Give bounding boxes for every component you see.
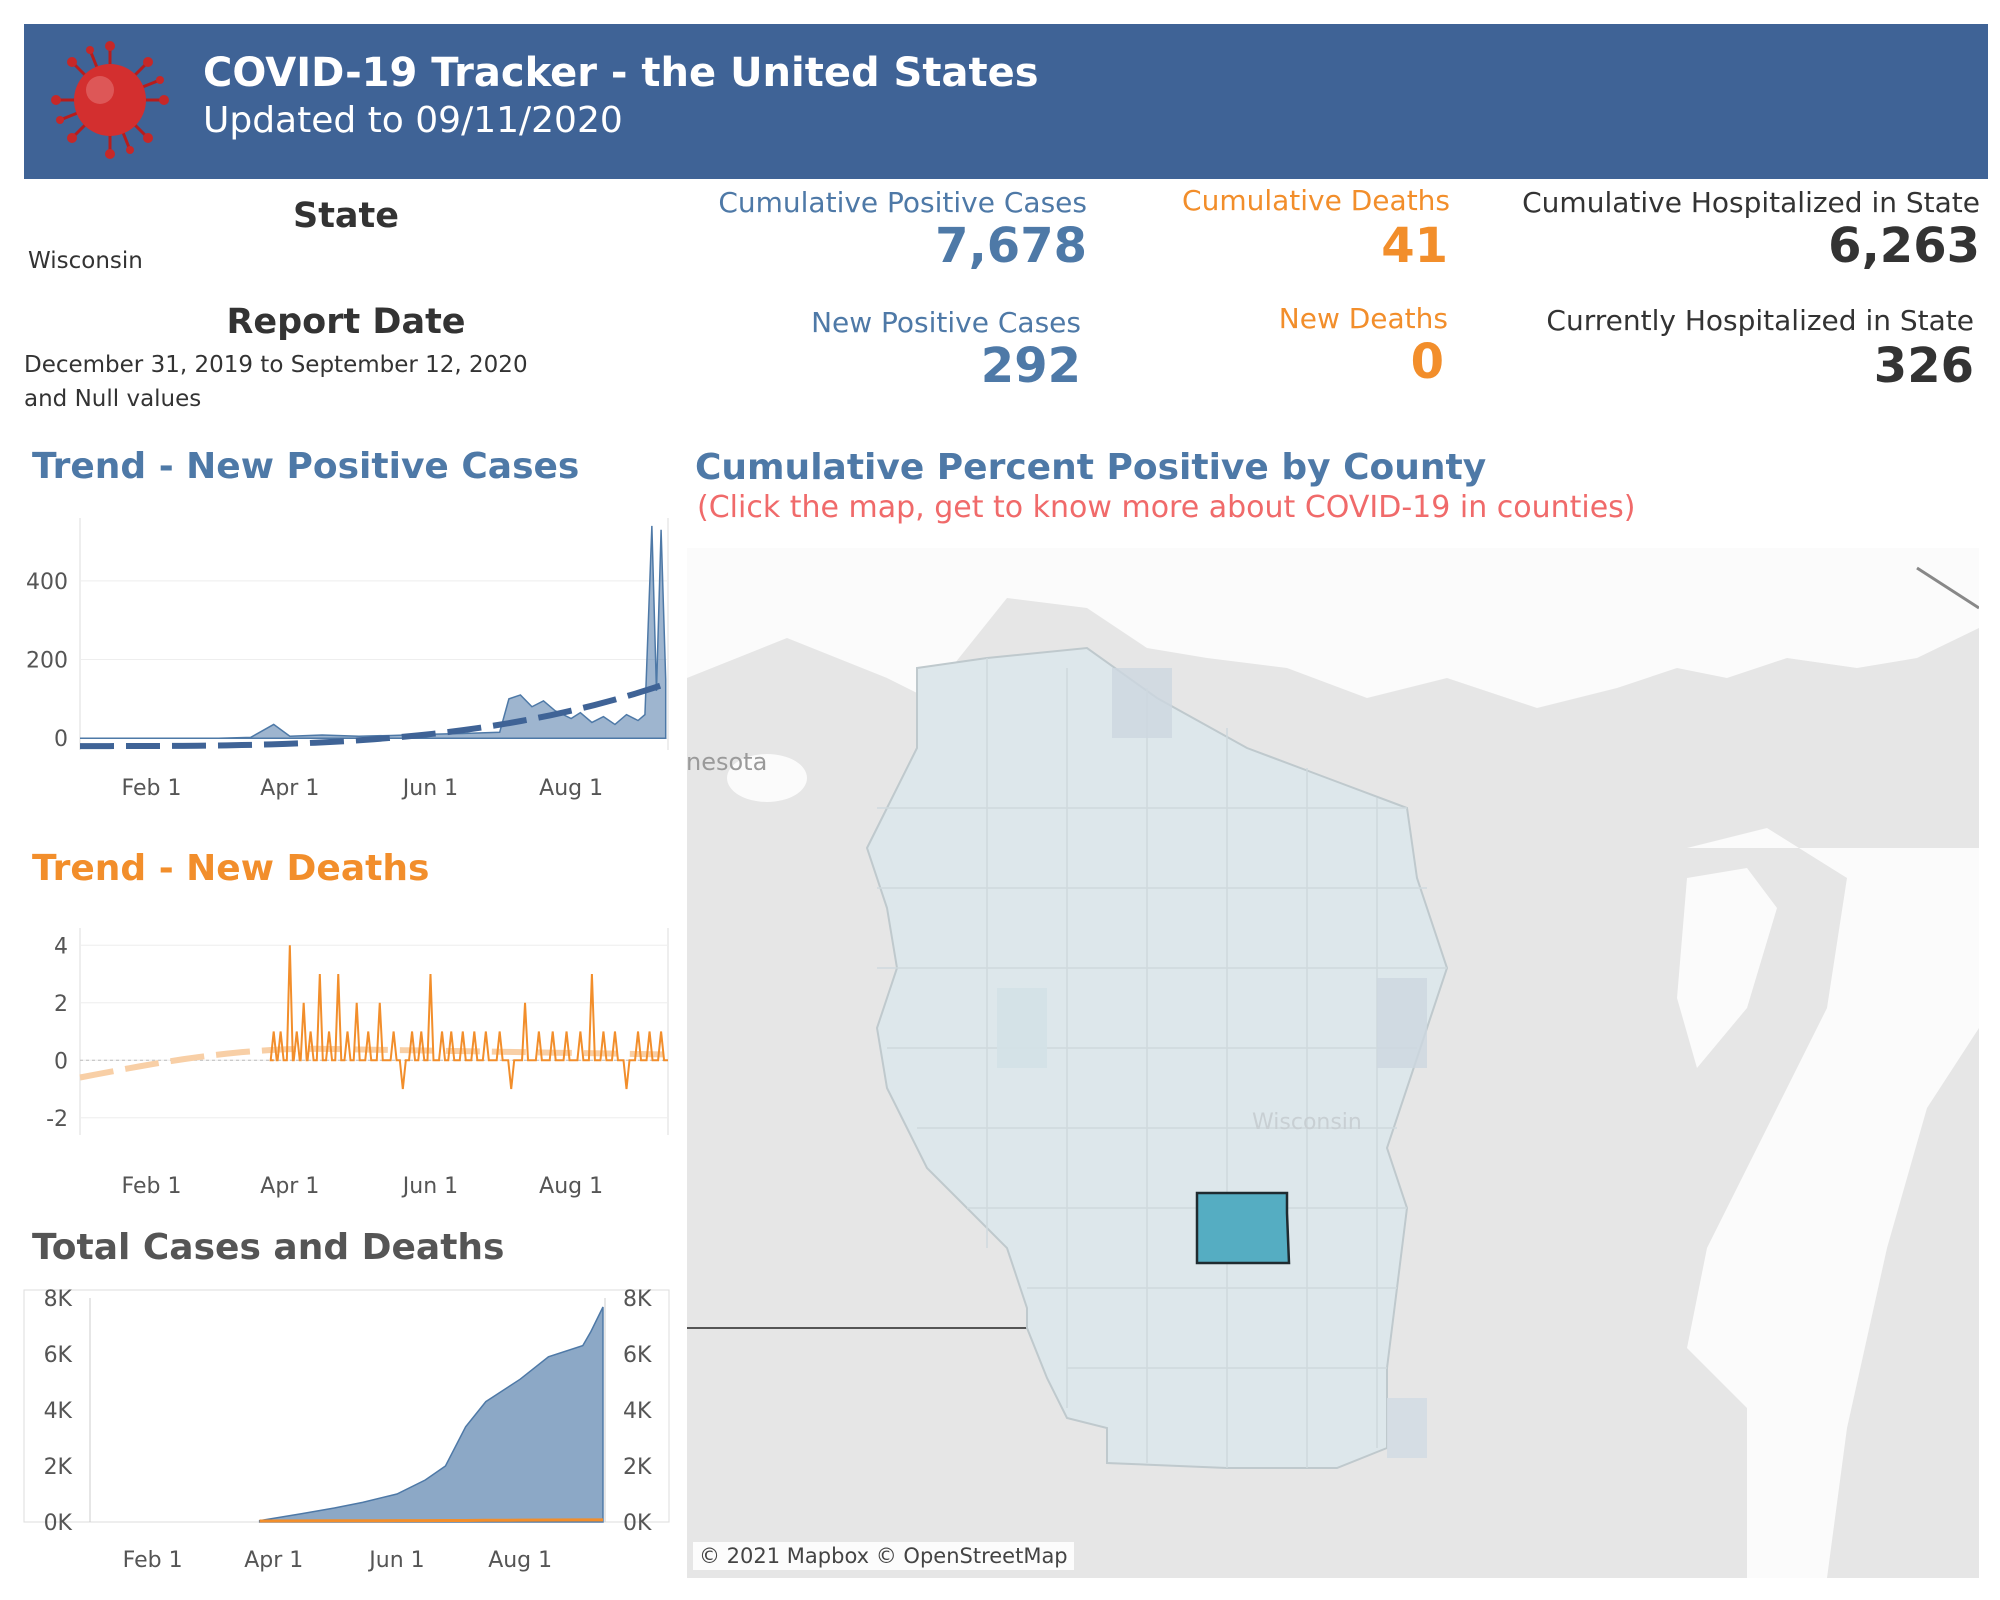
county-map[interactable] [687, 548, 1979, 1578]
new-deaths-trend-line [79, 1045, 669, 1081]
map-state-label: Wisconsin [1252, 1110, 1362, 1135]
report-date-filter-title: Report Date [226, 302, 466, 342]
map-title: Cumulative Percent Positive by County [695, 447, 1487, 488]
x-tick-label: Feb 1 [122, 1174, 182, 1199]
kpi-cumulative-hospitalized-value: 6,263 [1828, 218, 1980, 274]
x-tick-label: Jun 1 [401, 776, 458, 801]
y-tick-label-right: 6K [623, 1343, 652, 1368]
y-tick-label: 400 [26, 570, 68, 595]
county-brown[interactable] [1377, 978, 1427, 1068]
chart-new-deaths-title: Trend - New Deaths [32, 848, 430, 889]
y-tick-label-left: 2K [44, 1455, 73, 1480]
report-date-null[interactable]: and Null values [24, 382, 201, 416]
x-tick-label: Feb 1 [122, 776, 182, 801]
x-tick-label: Jun 1 [367, 1548, 424, 1573]
x-tick-label: Aug 1 [488, 1548, 552, 1573]
county-chippewa[interactable] [997, 988, 1047, 1068]
kpi-cumulative-positive-label: Cumulative Positive Cases [718, 186, 1087, 219]
y-tick-label: 200 [26, 649, 68, 674]
y-tick-label: 0 [54, 1049, 68, 1074]
county-dane-highlighted[interactable] [1195, 1191, 1291, 1265]
chart-new-cases[interactable]: 0 200 400 Feb 1 Apr 1 Jun 1 Aug 1 [0, 500, 680, 820]
county-racine[interactable] [1387, 1398, 1427, 1458]
cumulative-cases-area[interactable] [258, 1306, 604, 1523]
kpi-current-hospitalized-label: Currently Hospitalized in State [1546, 304, 1974, 337]
kpi-cumulative-positive-value: 7,678 [935, 218, 1087, 274]
y-tick-label-left: 0K [44, 1511, 73, 1536]
kpi-new-deaths-value: 0 [1410, 334, 1444, 390]
kpi-cumulative-deaths-label: Cumulative Deaths [1182, 184, 1450, 217]
y-tick-label: -2 [46, 1107, 68, 1132]
map-attribution[interactable]: © 2021 Mapbox © OpenStreetMap [693, 1542, 1074, 1570]
y-tick-label: 2 [54, 992, 68, 1017]
kpi-new-positive-label: New Positive Cases [811, 306, 1081, 339]
chart-totals-title: Total Cases and Deaths [32, 1227, 505, 1268]
kpi-new-positive-value: 292 [980, 338, 1081, 394]
chart-new-cases-title: Trend - New Positive Cases [32, 446, 580, 487]
map-neighbor-label: nesota [686, 748, 768, 776]
x-tick-label: Jun 1 [401, 1174, 458, 1199]
kpi-current-hospitalized-value: 326 [1873, 338, 1974, 394]
x-tick-label: Aug 1 [539, 1174, 603, 1199]
kpi-cumulative-hospitalized-label: Cumulative Hospitalized in State [1522, 186, 1980, 219]
county-iron[interactable] [1112, 668, 1172, 738]
x-tick-label: Apr 1 [244, 1548, 303, 1573]
x-tick-label: Apr 1 [260, 1174, 319, 1199]
x-tick-label: Aug 1 [539, 776, 603, 801]
cumulative-deaths-line[interactable] [259, 1518, 603, 1523]
x-tick-label: Apr 1 [260, 776, 319, 801]
y-tick-label: 4 [54, 934, 68, 959]
y-tick-label-right: 0K [623, 1511, 652, 1536]
y-tick-label-right: 4K [623, 1399, 652, 1424]
new-cases-area[interactable] [80, 525, 667, 739]
y-tick-label-right: 8K [623, 1287, 652, 1312]
x-tick-label: Feb 1 [123, 1548, 183, 1573]
chart-totals[interactable]: 0K 0K 2K 2K 4K 4K 6K 6K 8K 8K Feb 1 Apr 1 Jun 1 Aug 1 [0, 1280, 680, 1580]
kpi-new-deaths-label: New Deaths [1278, 302, 1448, 335]
state-filter-value[interactable]: Wisconsin [28, 244, 143, 278]
dashboard-subtitle: Updated to 09/11/2020 [203, 100, 623, 141]
chart-new-deaths[interactable]: -2 0 2 4 Feb 1 Apr 1 Jun 1 Aug 1 [0, 910, 680, 1200]
y-tick-label-left: 6K [44, 1343, 73, 1368]
y-tick-label-left: 8K [44, 1287, 73, 1312]
lake-superior [687, 548, 1979, 708]
green-bay [1677, 868, 1777, 1068]
report-date-range[interactable]: December 31, 2019 to September 12, 2020 [24, 348, 528, 382]
y-tick-label: 0 [54, 727, 68, 752]
new-deaths-line[interactable] [269, 945, 668, 1090]
map-subtitle: (Click the map, get to know more about C… [697, 490, 1636, 525]
wisconsin-state[interactable] [865, 646, 1449, 1469]
virus-icon [51, 41, 169, 159]
dashboard-title: COVID-19 Tracker - the United States [203, 50, 1039, 96]
kpi-cumulative-deaths-value: 41 [1381, 218, 1448, 274]
y-tick-label-left: 4K [44, 1399, 73, 1424]
y-tick-label-right: 2K [623, 1455, 652, 1480]
state-filter-title: State [292, 196, 400, 236]
